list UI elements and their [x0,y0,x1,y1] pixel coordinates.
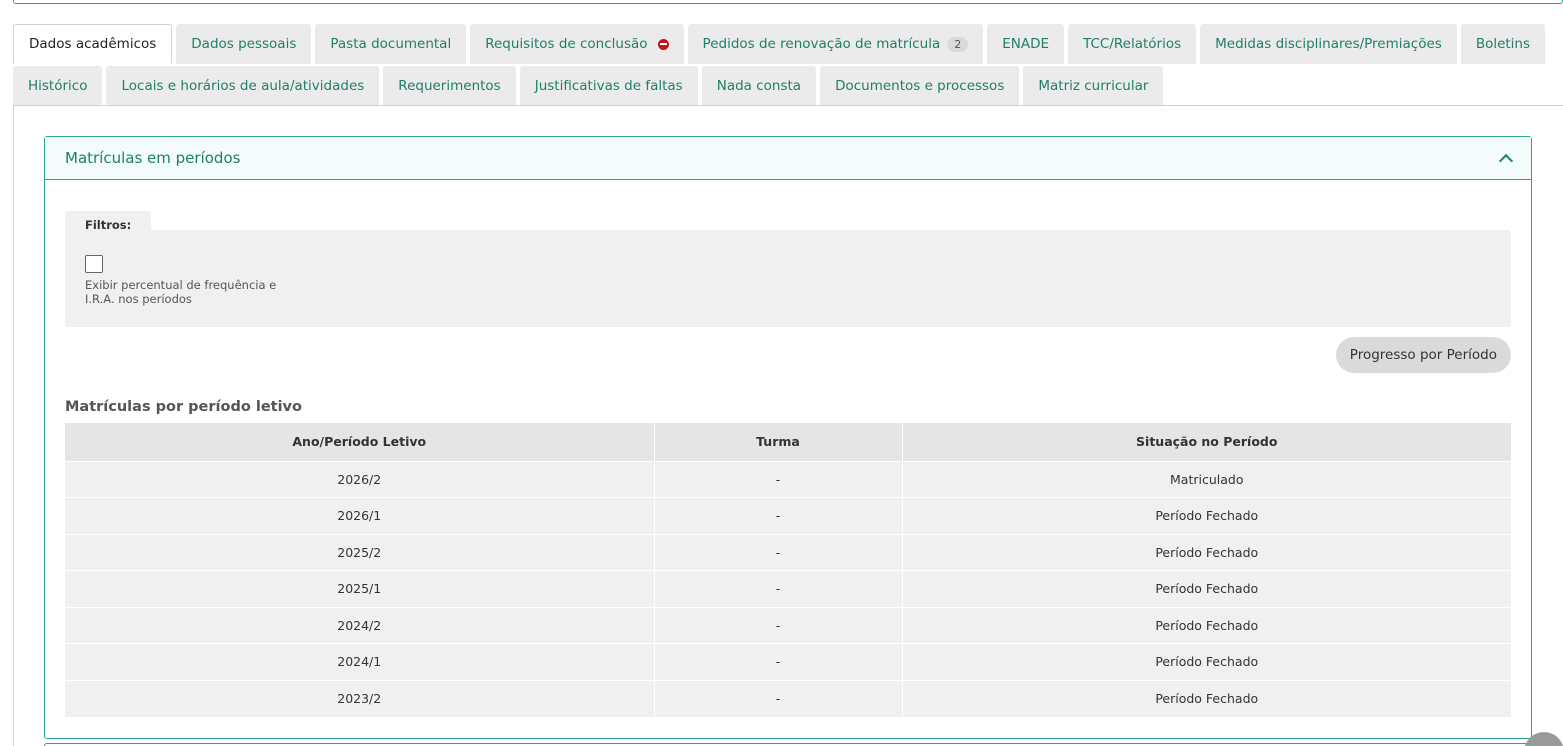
table-header-row: Ano/Período Letivo Turma Situação no Per… [65,423,1511,461]
column-header-turma: Turma [654,423,903,461]
table-row: 2025/2 - Período Fechado [65,533,1511,571]
tab-requisitos-de-conclusao[interactable]: Requisitos de conclusão [470,24,684,64]
tab-label: Documentos e processos [835,78,1005,94]
tab-matriz-curricular[interactable]: Matriz curricular [1023,66,1164,106]
cell-periodo: 2025/1 [65,570,655,607]
tab-boletins[interactable]: Boletins [1460,24,1546,64]
tab-label: Requerimentos [398,78,501,94]
tab-pedidos-de-renovacao[interactable]: Pedidos de renovação de matrícula 2 [687,24,984,64]
frequency-ira-checkbox[interactable] [85,255,103,273]
cell-situacao: Matriculado [902,460,1511,498]
cell-turma: - [654,460,903,498]
tab-label: Boletins [1475,36,1531,52]
cell-situacao: Período Fechado [902,533,1511,571]
tab-historico[interactable]: Histórico [13,66,103,106]
cell-turma: - [654,679,903,717]
tab-tcc-relatorios[interactable]: TCC/Relatórios [1068,24,1197,64]
cell-situacao: Período Fechado [902,643,1511,680]
tab-pasta-documental[interactable]: Pasta documental [315,24,467,64]
cell-situacao: Período Fechado [902,606,1511,644]
enrollment-table-wrap: Ano/Período Letivo Turma Situação no Per… [65,423,1511,717]
tab-dados-pessoais[interactable]: Dados pessoais [176,24,312,64]
progress-by-period-button[interactable]: Progresso por Período [1335,337,1511,373]
cell-periodo: 2023/2 [65,679,655,717]
table-row: 2026/1 - Período Fechado [65,497,1511,534]
chevron-up-icon[interactable] [1499,152,1511,164]
tab-medidas-disciplinares[interactable]: Medidas disciplinares/Premiações [1200,24,1457,64]
tab-requerimentos[interactable]: Requerimentos [383,66,516,106]
column-header-ano-periodo: Ano/Período Letivo [65,423,655,461]
tab-label: Dados pessoais [191,36,297,52]
filters-box: Exibir percentual de frequência e I.R.A.… [65,230,1511,327]
table-row: 2023/2 - Período Fechado [65,679,1511,717]
table-row: 2025/1 - Período Fechado [65,570,1511,607]
cell-situacao: Período Fechado [902,497,1511,534]
cell-periodo: 2024/1 [65,643,655,680]
tab-label: Justificativas de faltas [534,78,683,94]
tab-locais-e-horarios[interactable]: Locais e horários de aula/atividades [106,66,380,106]
cell-turma: - [654,643,903,680]
tab-label: Requisitos de conclusão [485,36,648,52]
panel-title: Matrículas em períodos [65,149,241,167]
table-row: 2026/2 - Matriculado [65,460,1511,498]
error-circle-icon [657,38,669,50]
tab-dados-academicos[interactable]: Dados acadêmicos [13,24,173,64]
panel-header[interactable]: Matrículas em períodos [45,137,1531,180]
section-title: Matrículas por período letivo [65,399,302,415]
table-row: 2024/2 - Período Fechado [65,606,1511,644]
tab-bar-row-2: Histórico Locais e horários de aula/ativ… [13,66,1167,106]
cell-situacao: Período Fechado [902,570,1511,607]
cell-turma: - [654,606,903,644]
tab-label: TCC/Relatórios [1083,36,1182,52]
cell-periodo: 2025/2 [65,533,655,571]
tab-label: Histórico [28,78,88,94]
tab-label: Matriz curricular [1038,78,1149,94]
tab-label: Dados acadêmicos [29,36,157,52]
tab-enade[interactable]: ENADE [987,24,1065,64]
column-header-situacao: Situação no Período [902,423,1511,461]
tab-justificativas-de-faltas[interactable]: Justificativas de faltas [519,66,698,106]
tab-bar-row-1: Dados acadêmicos Dados pessoais Pasta do… [13,24,1549,64]
cell-periodo: 2026/2 [65,460,655,498]
tab-nada-consta[interactable]: Nada consta [701,66,817,106]
tab-label: Medidas disciplinares/Premiações [1215,36,1442,52]
tab-label: Pasta documental [330,36,452,52]
table-row: 2024/1 - Período Fechado [65,643,1511,680]
cell-turma: - [654,533,903,571]
tab-label: Pedidos de renovação de matrícula [702,36,941,52]
enrollment-table: Ano/Período Letivo Turma Situação no Per… [65,423,1511,717]
cell-periodo: 2026/1 [65,497,655,534]
cell-periodo: 2024/2 [65,606,655,644]
cell-situacao: Período Fechado [902,679,1511,717]
tab-label: Locais e horários de aula/atividades [121,78,365,94]
frequency-ira-checkbox-label: Exibir percentual de frequência e I.R.A.… [85,278,277,306]
tab-documentos-e-processos[interactable]: Documentos e processos [820,66,1020,106]
cell-turma: - [654,497,903,534]
cell-turma: - [654,570,903,607]
previous-panel-frame [13,0,1563,4]
matriculas-panel: Matrículas em períodos Filtros: Exibir p… [44,136,1532,739]
tab-label: ENADE [1002,36,1050,52]
tab-label: Nada consta [716,78,802,94]
count-badge: 2 [947,36,969,52]
